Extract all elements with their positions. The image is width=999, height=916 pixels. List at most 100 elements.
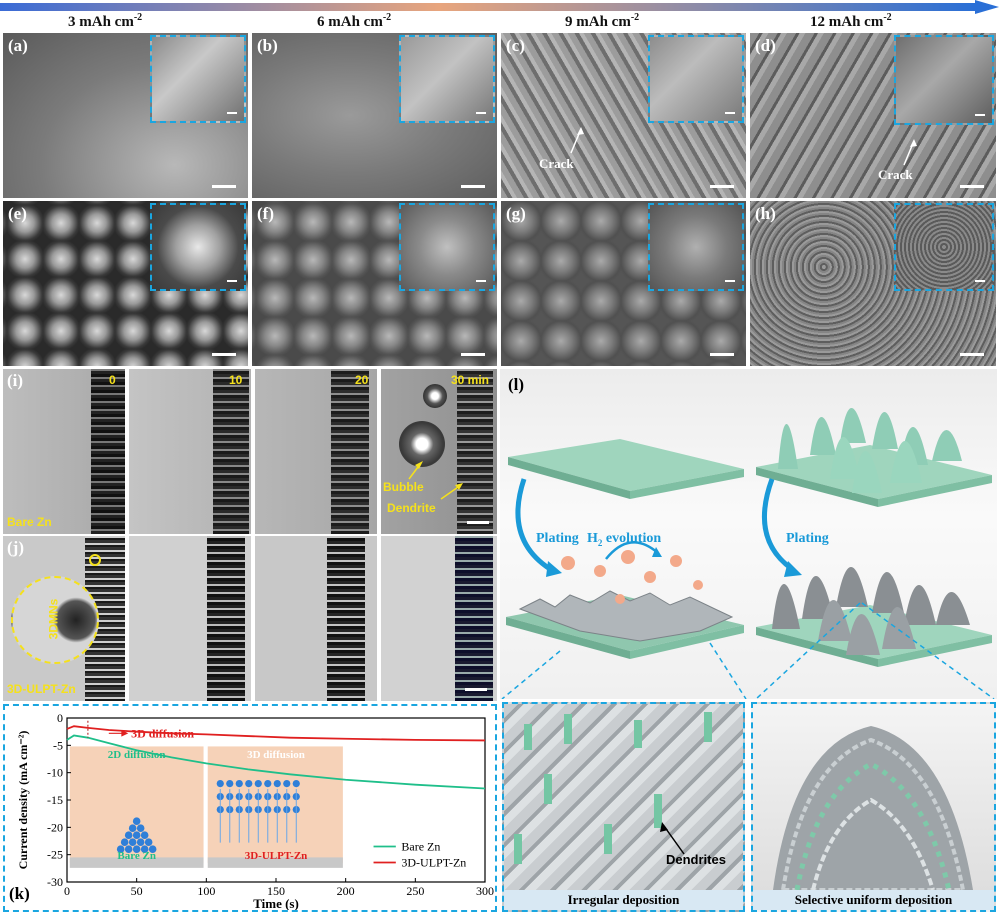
header-12mah: 12 mAh cm-2 <box>810 12 892 30</box>
optical-i-0: (i) 0 Bare Zn <box>3 369 125 534</box>
panel-label-j: (j) <box>7 538 24 557</box>
inset-g <box>648 203 744 291</box>
sem-panel-h: (h) <box>750 201 996 366</box>
panel-label-h: (h) <box>755 204 776 223</box>
x-tick-label: 0 <box>64 884 70 898</box>
ion-sphere <box>124 831 133 839</box>
header-3mah: 3 mAh cm-2 <box>68 12 143 30</box>
panel-label-k: (k) <box>9 884 30 903</box>
scale-bar <box>212 185 236 188</box>
scale-bar <box>710 185 734 188</box>
caption-irregular: Irregular deposition <box>504 890 743 910</box>
optical-i-30: 30 min Bubble Dendrite <box>381 369 497 534</box>
series-line-3d-ulpt-zn <box>66 725 486 742</box>
inset-h <box>894 203 994 291</box>
crack-label-d: Crack <box>878 167 913 182</box>
zoom-selective: Selective uniform deposition <box>751 702 996 912</box>
current-density-chart: 2D diffusionBare Zn3D diffusion3D-ULPT-Z… <box>16 711 494 910</box>
y-tick-label: -10 <box>47 766 63 780</box>
optical-j-0: 3DMNs (j) 3D-ULPT-Zn <box>3 536 125 701</box>
time-label-20: 20 <box>355 373 369 387</box>
legend-label: Bare Zn <box>401 839 440 853</box>
sample-label-ulpt: 3D-ULPT-Zn <box>7 682 76 696</box>
panel-label-f: (f) <box>257 204 274 223</box>
ion-sphere <box>132 817 141 825</box>
sem-panel-g: (g) <box>501 201 746 366</box>
sem-panel-b: (b) <box>252 33 497 198</box>
inset-a <box>150 35 246 123</box>
y-tick-label: -20 <box>47 820 63 834</box>
panel-label-b: (b) <box>257 36 278 55</box>
dendrites-label: Dendrites <box>666 852 726 867</box>
ion-sphere <box>216 780 224 788</box>
panel-label-i: (i) <box>7 371 24 390</box>
panel-label-a: (a) <box>8 36 28 55</box>
time-label-0: 0 <box>109 373 116 387</box>
sem-panel-c: (c) Crack <box>501 33 746 198</box>
scale-bar <box>212 353 236 356</box>
x-tick-label: 50 <box>131 884 143 898</box>
plating-left-label: Plating <box>536 531 579 546</box>
inset-b <box>399 35 495 123</box>
sem-panel-f: (f) <box>252 201 497 366</box>
panel-label-c: (c) <box>506 36 525 55</box>
zoom-label: 3DMNs <box>46 598 61 640</box>
time-label-10: 10 <box>229 373 243 387</box>
ion-sphere <box>132 831 141 839</box>
y-tick-label: 0 <box>57 711 63 725</box>
scale-bar <box>461 353 485 356</box>
ion-sphere <box>120 838 129 846</box>
x-axis-label: Time (s) <box>253 896 299 910</box>
x-tick-label: 100 <box>197 884 215 898</box>
optical-i-20: 20 <box>255 369 377 534</box>
inset-e <box>150 203 246 291</box>
y-tick-label: -25 <box>47 848 63 862</box>
inset-3d-title: 3D diffusion <box>247 749 305 761</box>
y-tick-label: -15 <box>47 793 63 807</box>
header-6mah: 6 mAh cm-2 <box>317 12 392 30</box>
crack-label-c: Crack <box>539 156 574 171</box>
sem-panel-a: (a) <box>3 33 248 198</box>
inset-2d-caption: Bare Zn <box>117 850 156 862</box>
inset-3d-bg <box>207 746 343 863</box>
optical-j-10 <box>129 536 251 701</box>
optical-i-10: 10 <box>129 369 251 534</box>
x-tick-label: 250 <box>406 884 424 898</box>
y-tick-label: -5 <box>53 738 63 752</box>
inset-f <box>399 203 495 291</box>
annotation-text: 3D diffusion <box>131 726 194 740</box>
header-9mah: 9 mAh cm-2 <box>565 12 640 30</box>
ion-sphere <box>226 780 234 788</box>
ion-sphere <box>245 780 253 788</box>
legend-label: 3D-ULPT-Zn <box>401 855 466 869</box>
inset-3d-caption: 3D-ULPT-Zn <box>245 850 308 862</box>
ion-sphere <box>144 838 153 846</box>
x-tick-label: 300 <box>476 884 494 898</box>
ion-sphere <box>136 824 145 832</box>
sem-panel-d: (d) Crack <box>750 33 996 198</box>
ion-sphere <box>254 780 262 788</box>
sample-label-bare: Bare Zn <box>7 515 52 529</box>
scale-bar <box>960 185 984 188</box>
x-tick-label: 200 <box>337 884 355 898</box>
sem-panel-e: (e) <box>3 201 248 366</box>
ion-sphere <box>136 838 145 846</box>
scale-bar <box>710 353 734 356</box>
ion-sphere <box>264 780 272 788</box>
y-tick-label: -30 <box>47 875 63 889</box>
ion-sphere <box>292 780 300 788</box>
zoom-irregular: Dendrites Irregular deposition <box>502 702 745 912</box>
optical-j-30 <box>381 536 497 701</box>
y-axis-label: Current density (mA cm⁻²) <box>16 731 30 870</box>
panel-label-e: (e) <box>8 204 27 223</box>
ion-sphere <box>140 831 149 839</box>
panel-k: 2D diffusion Bare Zn 3D diffusion 3D-ULPT-Z… <box>3 704 497 912</box>
panel-label-d: (d) <box>755 36 776 55</box>
optical-j-20 <box>255 536 377 701</box>
ion-sphere <box>283 780 291 788</box>
plating-right-label: Plating <box>786 531 829 546</box>
inset-c <box>648 35 744 123</box>
h2-evolution-label: H2 evolution <box>587 531 662 548</box>
schematic-panel-l: (l) Plating H2 evolution Plating <box>500 369 997 699</box>
scale-bar <box>960 353 984 356</box>
